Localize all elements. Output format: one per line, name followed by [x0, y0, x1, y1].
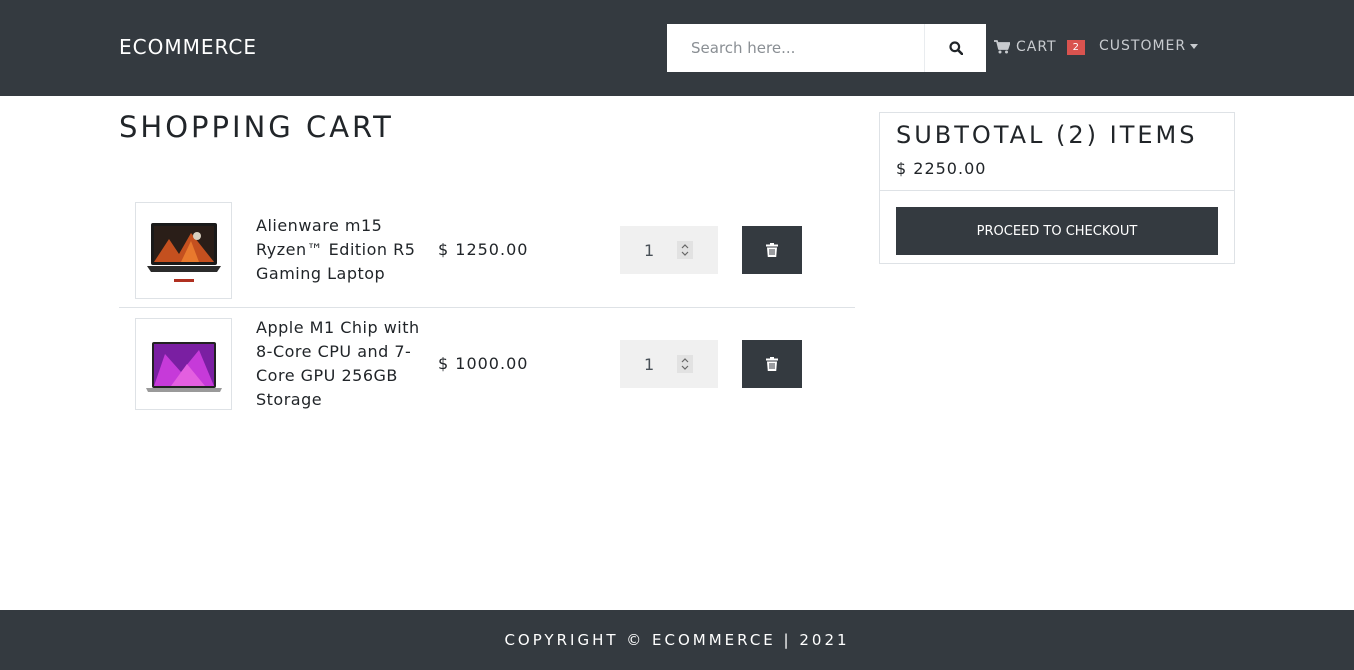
brand-logo[interactable]: ECOMMERCE: [119, 35, 257, 59]
navbar: ECOMMERCE CART 2 CUSTOMER: [0, 0, 1354, 96]
nav-cart-link[interactable]: CART 2: [994, 36, 1085, 58]
subtotal-amount: $ 2250.00: [896, 159, 987, 178]
spinner-arrows-icon[interactable]: [677, 241, 693, 259]
cart-item: Alienware m15 Ryzen™ Edition R5 Gaming L…: [119, 194, 855, 308]
product-price: $ 1000.00: [438, 354, 529, 373]
trash-icon: [766, 357, 778, 371]
cart-count-badge: 2: [1066, 39, 1085, 55]
product-thumbnail[interactable]: [135, 318, 232, 410]
gaming-laptop-thumbnail: [146, 222, 221, 282]
customer-dropdown[interactable]: CUSTOMER: [1099, 36, 1199, 56]
footer: COPYRIGHT © ECOMMERCE | 2021: [0, 610, 1354, 670]
spinner-arrows-icon[interactable]: [677, 355, 693, 373]
product-price: $ 1250.00: [438, 240, 529, 259]
proceed-to-checkout-button[interactable]: PROCEED TO CHECKOUT: [896, 207, 1218, 255]
quantity-value: 1: [644, 354, 655, 374]
order-summary-card: SUBTOTAL (2) ITEMS $ 2250.00 PROCEED TO …: [879, 112, 1235, 264]
page-title: SHOPPING CART: [119, 110, 394, 144]
copyright-text: COPYRIGHT © ECOMMERCE | 2021: [504, 631, 850, 649]
summary-header: SUBTOTAL (2) ITEMS $ 2250.00: [880, 113, 1234, 191]
quantity-select[interactable]: 1: [620, 340, 718, 388]
subtotal-heading: SUBTOTAL (2) ITEMS: [896, 121, 1198, 149]
quantity-select[interactable]: 1: [620, 226, 718, 274]
customer-dropdown-label: CUSTOMER: [1099, 38, 1187, 54]
shopping-cart-icon: [994, 40, 1010, 54]
remove-item-button[interactable]: [742, 226, 802, 274]
search-icon: [948, 41, 963, 55]
trash-icon: [766, 243, 778, 257]
product-name-link[interactable]: Apple M1 Chip with 8-Core CPU and 7-Core…: [256, 316, 421, 412]
product-name-link[interactable]: Alienware m15 Ryzen™ Edition R5 Gaming L…: [256, 214, 421, 286]
product-thumbnail[interactable]: [135, 202, 232, 299]
caret-down-icon: [1190, 43, 1199, 49]
remove-item-button[interactable]: [742, 340, 802, 388]
nav-cart-label: CART: [1016, 39, 1057, 55]
macbook-thumbnail: [145, 342, 222, 392]
search-form: [667, 24, 986, 72]
quantity-value: 1: [644, 240, 655, 260]
search-button[interactable]: [924, 24, 986, 72]
cart-item: Apple M1 Chip with 8-Core CPU and 7-Core…: [119, 308, 855, 422]
search-input[interactable]: [667, 24, 924, 72]
